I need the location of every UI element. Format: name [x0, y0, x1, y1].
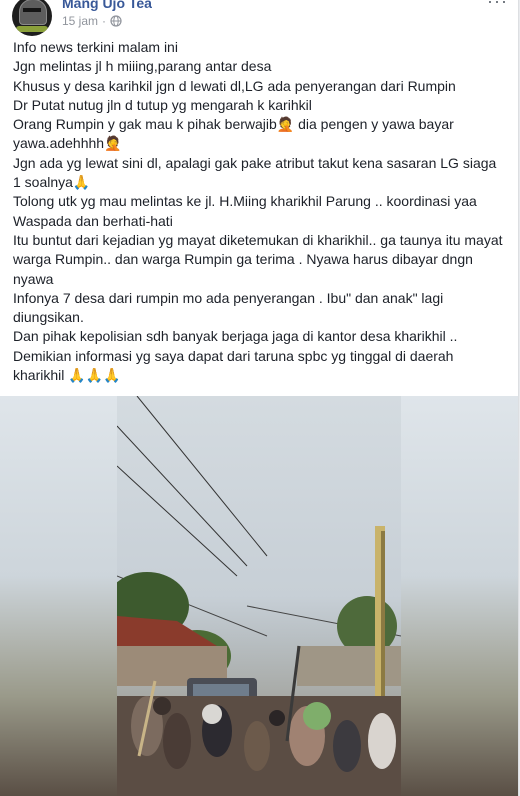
author-avatar[interactable]: [12, 0, 52, 36]
post-timestamp[interactable]: 15 jam: [62, 14, 98, 28]
post-text-line: Tolong utk yg mau melintas ke jl. H.Miin…: [13, 193, 477, 210]
post-text-line: warga Rumpin.. dan warga Rumpin ga terim…: [13, 251, 473, 268]
post-text-line: Orang Rumpin y gak mau k pihak berwajib🤦…: [13, 116, 454, 133]
post-text: Info news terkini malam ini Jgn melintas …: [13, 38, 509, 385]
post-text-line: Infonya 7 desa dari rumpin mo ada penyer…: [13, 289, 444, 306]
post-text-line: Info news terkini malam ini: [13, 39, 178, 55]
helmet-avatar-image: [19, 0, 47, 25]
meta-separator: ·: [102, 14, 107, 28]
post-text-line: Demikian informasi yg saya dapat dari ta…: [13, 347, 454, 364]
post-text-line: kharikhil 🙏🙏🙏: [13, 367, 121, 384]
author-name[interactable]: Mang Ujo Tea: [62, 0, 152, 11]
video-blur-left: [0, 396, 117, 796]
post-text-line: Waspada dan berhati-hati: [13, 212, 173, 229]
post-text-line: yawa.adehhhh🤦: [13, 135, 122, 152]
post-text-line: Jgn melintas jl h miiing,parang antar de…: [13, 58, 272, 75]
post-text-line: diungsikan.: [13, 309, 84, 326]
video-frame[interactable]: [117, 396, 401, 796]
post-meta: 15 jam ·: [62, 14, 122, 28]
globe-icon[interactable]: [110, 15, 122, 27]
post-text-line: Jgn ada yg lewat sini dl, apalagi gak pa…: [13, 154, 497, 171]
more-options-icon[interactable]: ···: [487, 0, 508, 12]
post-text-line: nyawa: [13, 270, 54, 287]
post-video[interactable]: [0, 396, 518, 796]
street-scene-image: [117, 396, 401, 796]
post-text-line: Dan pihak kepolisian sdh banyak berjaga …: [13, 328, 458, 345]
post-text-line: Dr Putat nutug jln d tutup yg mengarah k…: [13, 96, 312, 113]
video-blur-right: [401, 396, 518, 796]
post-text-line: Khusus y desa karihkil jgn d lewati dl,L…: [13, 77, 456, 94]
post-card: Mang Ujo Tea 15 jam · ··· Info news terk…: [0, 0, 519, 796]
post-text-line: 1 soalnya🙏: [13, 174, 91, 191]
post-text-line: Itu buntut dari kejadian yg mayat dikete…: [13, 231, 503, 248]
